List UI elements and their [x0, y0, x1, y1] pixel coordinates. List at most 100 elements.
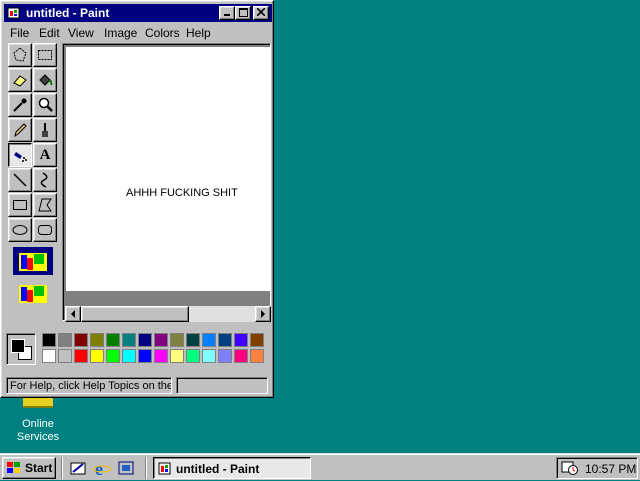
menu-edit[interactable]: Edit — [39, 26, 60, 40]
quicklaunch-internet-explorer[interactable]: e — [92, 458, 112, 479]
palette-swatch[interactable] — [138, 349, 152, 363]
pick-color-tool[interactable] — [8, 93, 32, 117]
palette-swatch[interactable] — [42, 349, 56, 363]
palette-swatch[interactable] — [170, 349, 184, 363]
opaque-background-icon — [19, 253, 47, 271]
menu-colors[interactable]: Colors — [145, 26, 180, 40]
current-colors[interactable] — [6, 333, 36, 365]
palette-swatch[interactable] — [250, 349, 264, 363]
palette-swatch[interactable] — [234, 333, 248, 347]
polygon-tool[interactable] — [33, 193, 57, 217]
palette-swatch[interactable] — [154, 349, 168, 363]
scroll-left-button[interactable] — [65, 306, 81, 322]
arrow-right-icon — [261, 310, 265, 318]
palette-swatch[interactable] — [234, 349, 248, 363]
fill-with-color-tool[interactable] — [33, 68, 57, 92]
ellipse-tool[interactable] — [8, 218, 32, 242]
paint-app-icon — [158, 462, 171, 475]
rounded-rectangle-tool[interactable] — [33, 218, 57, 242]
desktop-icon-online-services[interactable]: Online Services — [8, 398, 68, 444]
close-button[interactable] — [253, 6, 269, 20]
menu-bar: File Edit View Image Colors Help — [4, 23, 272, 42]
palette-swatch[interactable] — [186, 333, 200, 347]
title-bar[interactable]: untitled - Paint — [4, 4, 272, 22]
desktop-icon-label-line2: Services — [16, 431, 60, 443]
color-palette — [4, 331, 272, 367]
palette-swatch[interactable] — [218, 349, 232, 363]
palette-swatch[interactable] — [218, 333, 232, 347]
palette-swatch[interactable] — [170, 333, 184, 347]
palette-swatch[interactable] — [74, 333, 88, 347]
palette-swatch[interactable] — [138, 333, 152, 347]
palette-swatch[interactable] — [106, 333, 120, 347]
start-button[interactable]: Start — [2, 457, 56, 479]
magnifier-tool[interactable] — [33, 93, 57, 117]
status-coordinates — [176, 377, 268, 394]
line-tool[interactable] — [8, 168, 32, 192]
menu-view[interactable]: View — [68, 26, 94, 40]
tool-option-opaque[interactable] — [13, 247, 53, 275]
minimize-button[interactable] — [219, 6, 235, 20]
drawing-canvas[interactable]: AHHH FUCKING SHIT — [66, 47, 270, 291]
desktop-icon-label: Online Services — [8, 418, 68, 444]
scroll-right-button[interactable] — [255, 306, 271, 322]
palette-swatch[interactable] — [202, 333, 216, 347]
maximize-icon — [238, 8, 248, 17]
menu-help[interactable]: Help — [186, 26, 211, 40]
quicklaunch-desktop[interactable] — [68, 458, 88, 478]
clock[interactable]: 10:57 PM — [585, 462, 636, 476]
palette-swatch[interactable] — [154, 333, 168, 347]
curve-icon — [40, 172, 48, 188]
palette-swatch[interactable] — [74, 349, 88, 363]
palette-swatch[interactable] — [186, 349, 200, 363]
window-title: untitled - Paint — [26, 6, 110, 20]
free-form-select-icon — [13, 47, 27, 62]
rectangle-tool[interactable] — [8, 193, 32, 217]
palette-swatch[interactable] — [58, 333, 72, 347]
airbrush-icon — [14, 152, 27, 162]
text-tool[interactable]: A — [33, 143, 57, 167]
taskbar: Start e untitled - Paint 10:57 PM — [0, 453, 640, 480]
palette-swatch[interactable] — [90, 349, 104, 363]
fill-with-color-icon — [39, 74, 53, 86]
palette-swatch[interactable] — [250, 333, 264, 347]
scroll-thumb[interactable] — [81, 306, 189, 322]
quicklaunch-outlook-express[interactable] — [116, 458, 136, 478]
taskbar-button-paint[interactable]: untitled - Paint — [153, 457, 311, 479]
internet-explorer-icon: e — [92, 459, 112, 479]
foreground-color-swatch — [11, 339, 25, 353]
status-text: For Help, click Help Topics on the Help … — [6, 377, 172, 394]
ellipse-icon — [12, 225, 28, 235]
select-tool[interactable] — [33, 43, 57, 67]
horizontal-scrollbar[interactable] — [65, 306, 271, 322]
maximize-button[interactable] — [235, 6, 251, 20]
eraser-icon — [13, 75, 27, 87]
palette-swatch[interactable] — [90, 333, 104, 347]
palette-swatch[interactable] — [106, 349, 120, 363]
pencil-tool[interactable] — [8, 118, 32, 142]
airbrush-tool[interactable] — [8, 143, 32, 167]
pick-color-icon — [13, 98, 27, 112]
palette-swatch[interactable] — [122, 349, 136, 363]
palette-swatch[interactable] — [202, 349, 216, 363]
free-form-select-tool[interactable] — [8, 43, 32, 67]
canvas-area: AHHH FUCKING SHIT — [62, 43, 271, 321]
transparent-background-icon — [19, 285, 47, 303]
menu-file[interactable]: File — [10, 26, 29, 40]
windows-logo-icon — [7, 462, 20, 473]
minimize-icon — [224, 14, 230, 16]
select-icon — [38, 50, 52, 60]
palette-swatch[interactable] — [122, 333, 136, 347]
eraser-tool[interactable] — [8, 68, 32, 92]
pencil-icon — [14, 123, 27, 138]
palette-swatch[interactable] — [42, 333, 56, 347]
show-desktop-icon — [70, 462, 86, 475]
brush-tool[interactable] — [33, 118, 57, 142]
tool-option-transparent[interactable] — [13, 279, 53, 307]
palette-swatch[interactable] — [58, 349, 72, 363]
svg-text:e: e — [95, 459, 103, 478]
menu-image[interactable]: Image — [104, 26, 137, 40]
task-scheduler-icon[interactable] — [561, 460, 579, 476]
curve-tool[interactable] — [33, 168, 57, 192]
taskbar-separator — [145, 457, 147, 479]
